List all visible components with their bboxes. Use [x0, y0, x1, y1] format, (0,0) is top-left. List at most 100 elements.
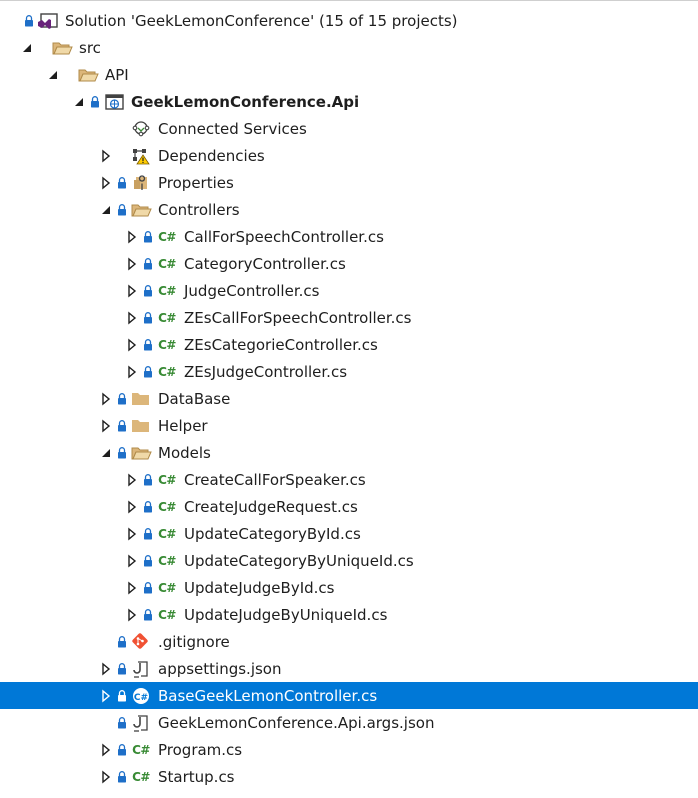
collapsed-arrow-icon[interactable]: [125, 473, 139, 487]
expanded-arrow-icon[interactable]: [20, 41, 34, 55]
tree-item[interactable]: src: [0, 34, 698, 61]
tree-item-label: GeekLemonConference.Api: [131, 92, 360, 111]
tree-item-label: CategoryController.cs: [184, 254, 346, 273]
tree-item[interactable]: C# Startup.cs: [0, 763, 698, 790]
tree-item-label: UpdateCategoryByUniqueId.cs: [184, 551, 414, 570]
collapsed-arrow-icon[interactable]: [99, 743, 113, 757]
collapsed-arrow-icon[interactable]: [99, 689, 113, 703]
tree-item[interactable]: GeekLemonConference.Api: [0, 88, 698, 115]
collapsed-arrow-icon[interactable]: [125, 608, 139, 622]
tree-item[interactable]: Controllers: [0, 196, 698, 223]
collapsed-arrow-icon[interactable]: [99, 419, 113, 433]
web-project-icon: [103, 92, 125, 112]
collapsed-arrow-icon[interactable]: [125, 257, 139, 271]
tree-item-label: GeekLemonConference.Api.args.json: [158, 713, 435, 732]
tree-item[interactable]: C# Program.cs: [0, 736, 698, 763]
expanded-arrow-icon[interactable]: [99, 203, 113, 217]
folder-open-icon: [51, 38, 73, 58]
connected-services-icon: [130, 119, 152, 139]
tree-item[interactable]: Models: [0, 439, 698, 466]
tree-item[interactable]: C# UpdateCategoryById.cs: [0, 520, 698, 547]
git-icon: [130, 632, 152, 652]
lock-icon: [117, 635, 127, 649]
collapsed-arrow-icon[interactable]: [125, 230, 139, 244]
tree-item-label: Controllers: [158, 200, 240, 219]
expanded-arrow-icon[interactable]: [46, 68, 60, 82]
expanded-arrow-icon[interactable]: [72, 95, 86, 109]
tree-item-label: Properties: [158, 173, 234, 192]
collapsed-arrow-icon[interactable]: [125, 581, 139, 595]
tree-item[interactable]: C# UpdateJudgeByUniqueId.cs: [0, 601, 698, 628]
tree-item-label: UpdateJudgeByUniqueId.cs: [184, 605, 388, 624]
tree-item-label: BaseGeekLemonController.cs: [158, 686, 378, 705]
tree-item[interactable]: appsettings.json: [0, 655, 698, 682]
tree-item-label: src: [79, 38, 101, 57]
tree-item[interactable]: GeekLemonConference.Api.args.json: [0, 709, 698, 736]
tree-item[interactable]: Properties: [0, 169, 698, 196]
tree-item[interactable]: C# CallForSpeechController.cs: [0, 223, 698, 250]
csharp-file-icon: C#: [158, 337, 176, 352]
solution-explorer-tree: Solution 'GeekLemonConference' (15 of 15…: [0, 0, 698, 798]
tree-item[interactable]: C# UpdateJudgeById.cs: [0, 574, 698, 601]
tree-item[interactable]: C# CreateCallForSpeaker.cs: [0, 466, 698, 493]
tree-item[interactable]: Helper: [0, 412, 698, 439]
folder-closed-icon: [130, 416, 152, 436]
lock-icon: [143, 500, 153, 514]
lock-icon: [117, 392, 127, 406]
csharp-file-icon: C#: [132, 769, 150, 784]
lock-icon: [24, 14, 34, 28]
lock-icon: [117, 770, 127, 784]
collapsed-arrow-icon[interactable]: [125, 284, 139, 298]
collapsed-arrow-icon[interactable]: [99, 662, 113, 676]
csharp-file-icon: C#: [158, 553, 176, 568]
collapsed-arrow-icon[interactable]: [125, 500, 139, 514]
tree-item[interactable]: C# ZEsCategorieController.cs: [0, 331, 698, 358]
lock-icon: [143, 608, 153, 622]
tree-item-label: CallForSpeechController.cs: [184, 227, 384, 246]
lock-icon: [117, 689, 127, 703]
lock-icon: [117, 203, 127, 217]
collapsed-arrow-icon[interactable]: [99, 770, 113, 784]
tree-item[interactable]: Connected Services: [0, 115, 698, 142]
tree-item[interactable]: C# BaseGeekLemonController.cs: [0, 682, 698, 709]
tree-item[interactable]: Dependencies: [0, 142, 698, 169]
collapsed-arrow-icon[interactable]: [125, 365, 139, 379]
tree-item[interactable]: .gitignore: [0, 628, 698, 655]
tree-item[interactable]: C# JudgeController.cs: [0, 277, 698, 304]
tree-item-label: ZEsJudgeController.cs: [184, 362, 348, 381]
tree-item[interactable]: C# ZEsCallForSpeechController.cs: [0, 304, 698, 331]
properties-icon: [130, 173, 152, 193]
collapsed-arrow-icon[interactable]: [125, 338, 139, 352]
tree-item-label: DataBase: [158, 389, 231, 408]
collapsed-arrow-icon[interactable]: [99, 176, 113, 190]
lock-icon: [143, 338, 153, 352]
tree-item[interactable]: C# CreateJudgeRequest.cs: [0, 493, 698, 520]
csharp-file-icon: C#: [158, 283, 176, 298]
json-file-icon: [130, 659, 152, 679]
csharp-file-icon: C#: [158, 310, 176, 325]
tree-item[interactable]: API: [0, 61, 698, 88]
csharp-file-icon: C#: [158, 256, 176, 271]
collapsed-arrow-icon[interactable]: [99, 392, 113, 406]
lock-icon: [117, 419, 127, 433]
lock-icon: [143, 365, 153, 379]
tree-item-label: Models: [158, 443, 211, 462]
tree-item[interactable]: C# UpdateCategoryByUniqueId.cs: [0, 547, 698, 574]
tree-item-label: Dependencies: [158, 146, 265, 165]
tree-item[interactable]: C# CategoryController.cs: [0, 250, 698, 277]
tree-item[interactable]: DataBase: [0, 385, 698, 412]
collapsed-arrow-icon[interactable]: [125, 527, 139, 541]
tree-item[interactable]: Solution 'GeekLemonConference' (15 of 15…: [0, 7, 698, 34]
folder-open-icon: [130, 443, 152, 463]
tree-item[interactable]: C# ZEsJudgeController.cs: [0, 358, 698, 385]
lock-icon: [117, 662, 127, 676]
tree-item-label: JudgeController.cs: [184, 281, 320, 300]
collapsed-arrow-icon[interactable]: [125, 311, 139, 325]
lock-icon: [143, 527, 153, 541]
lock-icon: [143, 230, 153, 244]
collapsed-arrow-icon[interactable]: [99, 149, 113, 163]
tree-item-label: .gitignore: [158, 632, 230, 651]
csharp-file-icon: C#: [158, 364, 176, 379]
collapsed-arrow-icon[interactable]: [125, 554, 139, 568]
expanded-arrow-icon[interactable]: [99, 446, 113, 460]
